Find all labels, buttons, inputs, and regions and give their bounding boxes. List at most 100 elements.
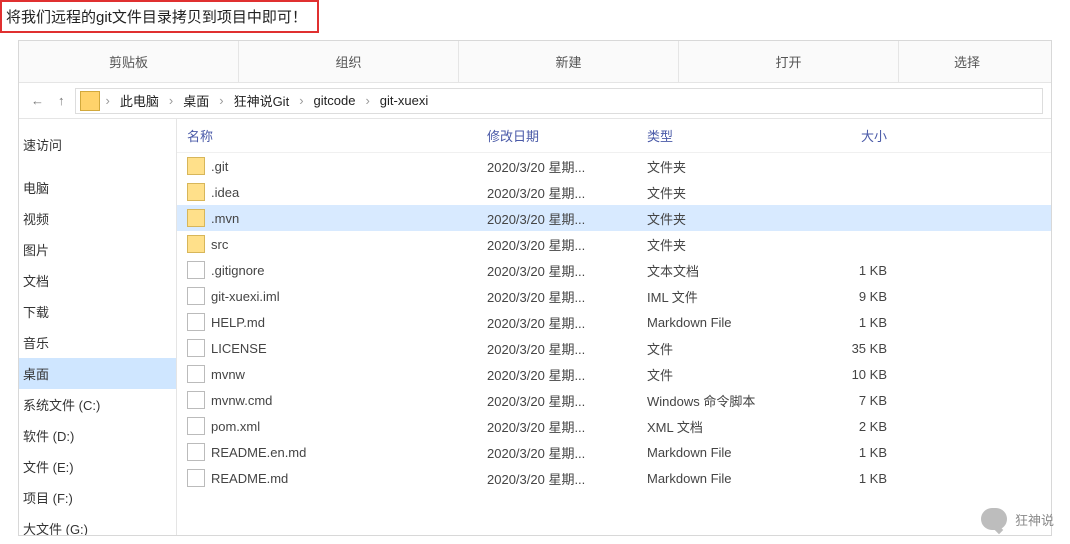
crumb-this-pc[interactable]: 此电脑 — [112, 89, 167, 112]
file-name: pom.xml — [211, 419, 260, 434]
nav-item[interactable]: 速访问 — [19, 129, 176, 160]
column-type[interactable]: 类型 — [637, 126, 787, 145]
table-row[interactable]: git-xuexi.iml2020/3/20 星期...IML 文件9 KB — [177, 283, 1051, 309]
cell-name: pom.xml — [177, 417, 477, 435]
nav-item[interactable]: 视频 — [19, 203, 176, 234]
table-row[interactable]: .idea2020/3/20 星期...文件夹 — [177, 179, 1051, 205]
file-name: src — [211, 237, 228, 252]
cell-size: 1 KB — [787, 471, 897, 486]
file-icon — [187, 391, 205, 409]
nav-item[interactable]: 下载 — [19, 296, 176, 327]
cell-size: 7 KB — [787, 393, 897, 408]
table-row[interactable]: LICENSE2020/3/20 星期...文件35 KB — [177, 335, 1051, 361]
watermark: 狂神说 — [981, 508, 1054, 530]
cell-name: HELP.md — [177, 313, 477, 331]
table-row[interactable]: .git2020/3/20 星期...文件夹 — [177, 153, 1051, 179]
nav-item[interactable]: 图片 — [19, 234, 176, 265]
file-icon — [187, 287, 205, 305]
breadcrumb[interactable]: › 此电脑 › 桌面 › 狂神说Git › gitcode › git-xuex… — [75, 88, 1044, 114]
nav-item[interactable]: 电脑 — [19, 172, 176, 203]
cell-name: README.md — [177, 469, 477, 487]
cell-name: git-xuexi.iml — [177, 287, 477, 305]
file-icon — [187, 313, 205, 331]
table-row[interactable]: mvnw.cmd2020/3/20 星期...Windows 命令脚本7 KB — [177, 387, 1051, 413]
table-row[interactable]: README.en.md2020/3/20 星期...Markdown File… — [177, 439, 1051, 465]
cell-name: src — [177, 235, 477, 253]
nav-tree: 速访问电脑视频图片文档下载音乐桌面系统文件 (C:)软件 (D:)文件 (E:)… — [19, 119, 177, 535]
ribbon-select[interactable]: 选择 — [899, 41, 1035, 82]
cell-type: Markdown File — [637, 445, 787, 460]
nav-item[interactable]: 音乐 — [19, 327, 176, 358]
crumb-desktop[interactable]: 桌面 — [175, 89, 217, 112]
nav-item[interactable]: 文件 (E:) — [19, 451, 176, 482]
nav-item[interactable]: 项目 (F:) — [19, 482, 176, 513]
table-row[interactable]: pom.xml2020/3/20 星期...XML 文档2 KB — [177, 413, 1051, 439]
wechat-icon — [981, 508, 1007, 530]
file-icon — [187, 339, 205, 357]
cell-size: 1 KB — [787, 315, 897, 330]
nav-item[interactable]: 桌面 — [19, 358, 176, 389]
cell-date: 2020/3/20 星期... — [477, 391, 637, 410]
folder-icon — [187, 209, 205, 227]
table-row[interactable]: .gitignore2020/3/20 星期...文本文档1 KB — [177, 257, 1051, 283]
cell-name: .git — [177, 157, 477, 175]
cell-type: 文件夹 — [637, 157, 787, 176]
back-button[interactable]: ← — [27, 91, 48, 110]
folder-icon — [187, 235, 205, 253]
chevron-right-icon: › — [297, 93, 305, 108]
cell-date: 2020/3/20 星期... — [477, 443, 637, 462]
crumb-gitcode[interactable]: gitcode — [306, 91, 364, 110]
table-row[interactable]: README.md2020/3/20 星期...Markdown File1 K… — [177, 465, 1051, 491]
file-name: README.md — [211, 471, 288, 486]
column-headers: 名称 修改日期 类型 大小 — [177, 119, 1051, 153]
cell-name: .gitignore — [177, 261, 477, 279]
nav-item[interactable]: 软件 (D:) — [19, 420, 176, 451]
file-name: HELP.md — [211, 315, 265, 330]
cell-size: 10 KB — [787, 367, 897, 382]
file-name: mvnw.cmd — [211, 393, 272, 408]
cell-size: 9 KB — [787, 289, 897, 304]
up-button[interactable]: ↑ — [54, 91, 69, 110]
table-row[interactable]: .mvn2020/3/20 星期...文件夹 — [177, 205, 1051, 231]
column-size[interactable]: 大小 — [787, 126, 897, 145]
nav-item — [19, 160, 176, 172]
table-row[interactable]: mvnw2020/3/20 星期...文件10 KB — [177, 361, 1051, 387]
ribbon-clipboard[interactable]: 剪贴板 — [19, 41, 239, 82]
nav-item[interactable]: 大文件 (G:) — [19, 513, 176, 535]
cell-date: 2020/3/20 星期... — [477, 287, 637, 306]
file-pane: 名称 修改日期 类型 大小 .git2020/3/20 星期...文件夹.ide… — [177, 119, 1051, 535]
file-icon — [187, 261, 205, 279]
address-bar: ← ↑ › 此电脑 › 桌面 › 狂神说Git › gitcode › git-… — [19, 83, 1051, 119]
cell-date: 2020/3/20 星期... — [477, 183, 637, 202]
nav-item[interactable]: 系统文件 (C:) — [19, 389, 176, 420]
cell-type: 文件 — [637, 365, 787, 384]
folder-icon — [187, 157, 205, 175]
cell-name: .mvn — [177, 209, 477, 227]
cell-date: 2020/3/20 星期... — [477, 235, 637, 254]
cell-name: .idea — [177, 183, 477, 201]
table-row[interactable]: HELP.md2020/3/20 星期...Markdown File1 KB — [177, 309, 1051, 335]
file-name: mvnw — [211, 367, 245, 382]
cell-name: LICENSE — [177, 339, 477, 357]
table-row[interactable]: src2020/3/20 星期...文件夹 — [177, 231, 1051, 257]
cell-type: 文件夹 — [637, 209, 787, 228]
file-name: git-xuexi.iml — [211, 289, 280, 304]
crumb-project[interactable]: 狂神说Git — [226, 89, 298, 112]
ribbon-organize[interactable]: 组织 — [239, 41, 459, 82]
crumb-gitxuexi[interactable]: git-xuexi — [372, 91, 436, 110]
watermark-text: 狂神说 — [1015, 510, 1054, 529]
column-date[interactable]: 修改日期 — [477, 126, 637, 145]
cell-date: 2020/3/20 星期... — [477, 339, 637, 358]
file-rows: .git2020/3/20 星期...文件夹.idea2020/3/20 星期.… — [177, 153, 1051, 491]
ribbon-open[interactable]: 打开 — [679, 41, 899, 82]
ribbon-new[interactable]: 新建 — [459, 41, 679, 82]
cell-size: 1 KB — [787, 263, 897, 278]
page-caption: 将我们远程的git文件目录拷贝到项目中即可！ — [0, 0, 319, 33]
nav-item[interactable]: 文档 — [19, 265, 176, 296]
column-name[interactable]: 名称 — [177, 126, 477, 145]
file-icon — [187, 469, 205, 487]
chevron-right-icon: › — [217, 93, 225, 108]
cell-type: 文件 — [637, 339, 787, 358]
cell-type: 文本文档 — [637, 261, 787, 280]
cell-name: README.en.md — [177, 443, 477, 461]
